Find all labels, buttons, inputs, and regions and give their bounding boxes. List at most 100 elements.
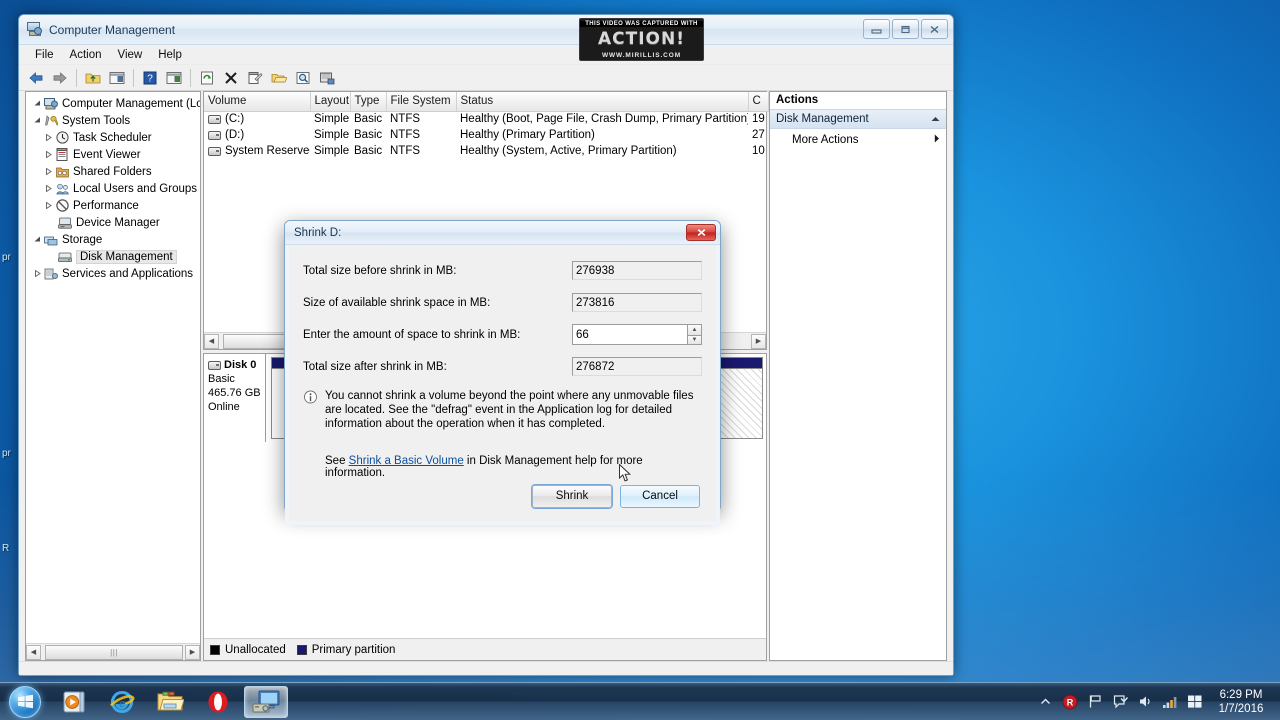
expander-expanded-icon[interactable] [32, 100, 43, 107]
tree-item-shared-folders[interactable]: Shared Folders [30, 163, 200, 180]
taskbar-button-opera[interactable] [196, 686, 240, 718]
column-header-status[interactable]: Status [456, 92, 749, 112]
stepper-up-icon[interactable]: ▲ [687, 324, 702, 335]
dialog-titlebar[interactable]: Shrink D: [285, 221, 720, 245]
find-icon[interactable] [292, 67, 314, 89]
field-label: Total size before shrink in MB: [303, 264, 457, 277]
column-header-volume[interactable]: Volume [204, 92, 311, 112]
taskbar-button-computer-management[interactable] [244, 685, 288, 718]
properties-icon[interactable] [244, 67, 266, 89]
chevron-right-icon[interactable] [934, 134, 940, 146]
open-folder-icon[interactable] [268, 67, 290, 89]
scroll-left-arrow[interactable]: ◀ [204, 333, 219, 349]
expander-collapsed-icon[interactable] [43, 185, 54, 192]
taskbar-button-internet-explorer[interactable]: e [100, 686, 144, 718]
disk-management-icon [57, 251, 73, 263]
actions-item-label: More Actions [792, 134, 859, 146]
shrink-amount-input[interactable] [572, 324, 687, 345]
network-flag-icon[interactable] [1087, 694, 1103, 710]
scroll-right-arrow[interactable]: ▶ [185, 644, 200, 660]
expander-expanded-icon[interactable] [32, 236, 43, 243]
taskbar-button-windows-media-player[interactable] [52, 686, 96, 718]
scroll-track[interactable]: ||| [41, 644, 185, 660]
tree-item-performance[interactable]: Performance [30, 197, 200, 214]
minimize-button[interactable] [863, 19, 890, 39]
table-row[interactable]: (D:) Simple Basic NTFS Healthy (Primary … [204, 127, 768, 143]
actions-item-more-actions[interactable]: More Actions [770, 129, 946, 151]
tree-item-storage[interactable]: Storage [30, 231, 200, 248]
shrink-amount-stepper[interactable]: ▲ ▼ [572, 324, 702, 345]
up-folder-icon[interactable] [82, 67, 104, 89]
menu-file[interactable]: File [27, 47, 62, 63]
tree-item-device-manager[interactable]: Device Manager [30, 214, 200, 231]
delete-icon[interactable] [220, 67, 242, 89]
tree-item-system-tools[interactable]: System Tools [30, 112, 200, 129]
status-bar [19, 661, 953, 675]
legend-swatch-primary-partition [296, 644, 307, 655]
watermark-line-1: THIS VIDEO WAS CAPTURED WITH [580, 21, 703, 27]
forward-arrow-icon[interactable] [49, 67, 71, 89]
stepper-buttons[interactable]: ▲ ▼ [687, 324, 702, 345]
table-row[interactable]: (C:) Simple Basic NTFS Healthy (Boot, Pa… [204, 111, 768, 127]
console-tree-pane: Computer Management (Local System Tools … [25, 91, 201, 661]
taskbar-button-windows-explorer[interactable] [148, 686, 192, 718]
menu-help[interactable]: Help [150, 47, 190, 63]
cell-type: Basic [354, 113, 383, 126]
expander-collapsed-icon[interactable] [43, 168, 54, 175]
close-button[interactable] [921, 19, 948, 39]
maximize-button[interactable] [892, 19, 919, 39]
dialog-close-button[interactable] [686, 224, 716, 241]
tree-horizontal-scrollbar[interactable]: ◀ ||| ▶ [26, 643, 200, 660]
start-button[interactable] [2, 685, 48, 719]
console-tree: Computer Management (Local System Tools … [26, 92, 200, 643]
desktop-label-3: R [2, 543, 10, 554]
expander-collapsed-icon[interactable] [43, 151, 54, 158]
scroll-right-arrow[interactable]: ▶ [751, 333, 766, 349]
tree-item-task-scheduler[interactable]: Task Scheduler [30, 129, 200, 146]
show-hide-console-tree-icon[interactable] [106, 67, 128, 89]
column-header-layout[interactable]: Layout [310, 92, 351, 112]
expander-collapsed-icon[interactable] [43, 134, 54, 141]
tree-item-services-and-applications[interactable]: Services and Applications [30, 265, 200, 282]
menu-action[interactable]: Action [62, 47, 110, 63]
cancel-button[interactable]: Cancel [620, 484, 700, 508]
tree-item-event-viewer[interactable]: Event Viewer [30, 146, 200, 163]
actions-group-disk-management[interactable]: Disk Management [770, 110, 946, 129]
storage-icon [43, 234, 59, 246]
scroll-left-arrow[interactable]: ◀ [26, 644, 41, 660]
stepper-down-icon[interactable]: ▼ [687, 334, 702, 345]
signal-icon[interactable] [1162, 694, 1178, 710]
column-header-capacity[interactable]: C [748, 92, 769, 112]
scroll-thumb[interactable]: ||| [45, 644, 183, 660]
volume-icon[interactable] [1137, 694, 1153, 710]
menu-bar: File Action View Help [19, 45, 953, 65]
back-arrow-icon[interactable] [25, 67, 47, 89]
column-header-filesystem[interactable]: File System [386, 92, 457, 112]
expander-collapsed-icon[interactable] [43, 202, 54, 209]
rescan-disks-icon[interactable] [316, 67, 338, 89]
expander-collapsed-icon[interactable] [32, 270, 43, 277]
show-hidden-icons-icon[interactable] [1037, 694, 1053, 710]
help-icon[interactable]: ? [139, 67, 161, 89]
column-header-type[interactable]: Type [350, 92, 387, 112]
sidebar-item-disk-management[interactable]: Disk Management [30, 248, 200, 265]
legend: Unallocated Primary partition [204, 638, 766, 660]
folder-icon [157, 691, 184, 710]
windows-flag-icon[interactable] [1187, 694, 1203, 710]
shrink-a-basic-volume-link[interactable]: Shrink a Basic Volume [349, 455, 464, 467]
tree-item-local-users-and-groups[interactable]: Local Users and Groups [30, 180, 200, 197]
expander-expanded-icon[interactable] [32, 117, 43, 124]
menu-view[interactable]: View [110, 47, 151, 63]
chevron-up-icon[interactable] [931, 113, 940, 125]
show-hide-action-pane-icon[interactable] [163, 67, 185, 89]
window-titlebar[interactable]: Computer Management THIS VIDEO WAS CAPTU… [19, 15, 953, 61]
shrink-button[interactable]: Shrink [532, 484, 612, 508]
refresh-icon[interactable] [196, 67, 218, 89]
tree-root-computer-management[interactable]: Computer Management (Local [30, 95, 200, 112]
cell-volume: (D:) [204, 127, 310, 143]
action-center-icon[interactable] [1112, 694, 1128, 710]
cell-volume: System Reserved [204, 143, 310, 159]
taskbar-clock[interactable]: 6:29 PM 1/7/2016 [1212, 688, 1270, 716]
action-recorder-icon[interactable]: R [1062, 694, 1078, 710]
table-row[interactable]: System Reserved Simple Basic NTFS Health… [204, 143, 768, 159]
